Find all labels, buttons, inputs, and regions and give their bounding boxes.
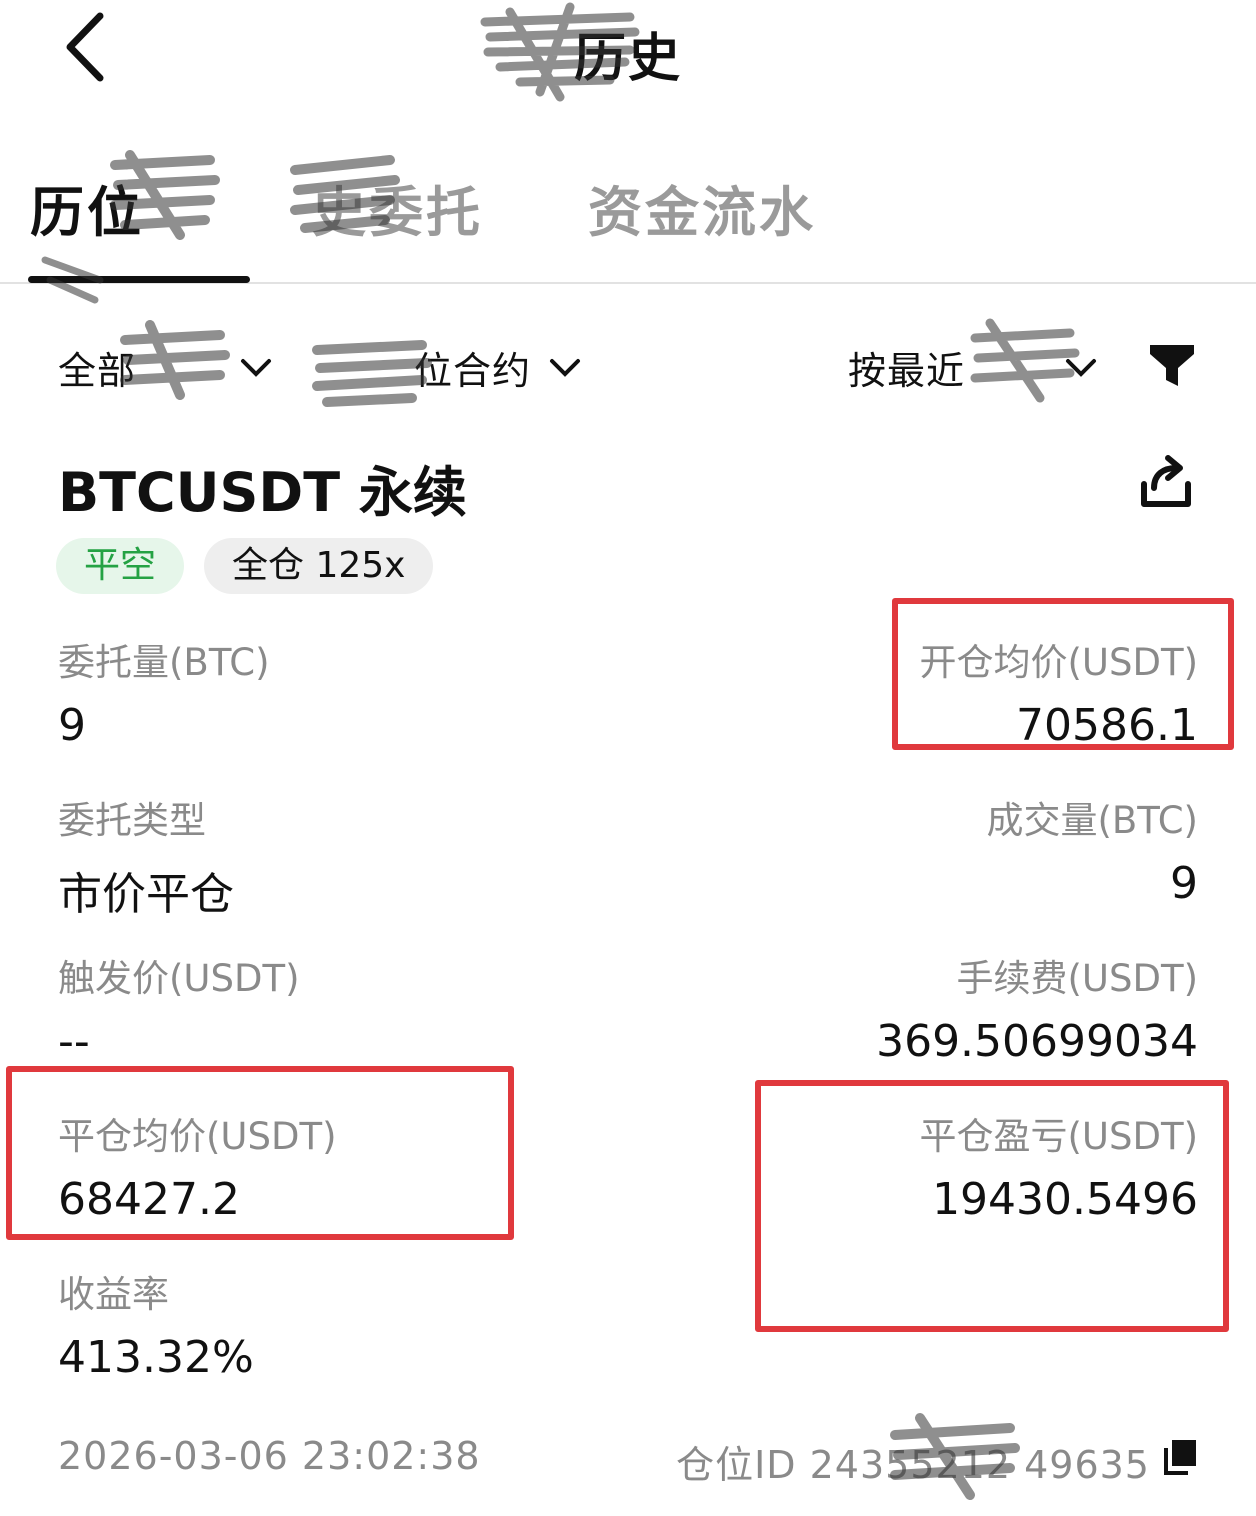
position-history-page: 历史 历位 史委托 资金流水 全部 位合约 按最近 BTCUSDT 永续 平空 … [0,0,1256,1516]
close-timestamp: 2026-03-06 23:02:38 [58,1434,481,1478]
sort-dropdown[interactable]: 按最近 [848,340,1097,395]
active-tab-indicator [28,276,250,283]
order-type-value: 市价平仓 [58,869,234,920]
order-type-field: 委托类型 市价平仓 [58,790,234,922]
fee-label: 手续费(USDT) [956,957,1198,1000]
filter-contract-label: 位合约 [414,349,532,393]
trigger-price-field: 触发价(USDT) -- [58,948,300,1067]
margin-mode-tag: 全仓 125x [204,538,434,594]
contract-symbol: BTCUSDT 永续 [58,461,467,524]
position-id: 仓位ID 24355212 49635 [676,1443,1150,1487]
funnel-icon[interactable] [1148,342,1196,388]
roi-field: 收益率 413.32% [58,1264,254,1383]
order-qty-field: 委托量(BTC) 9 [58,632,270,751]
order-qty-label: 委托量(BTC) [58,641,270,684]
fee-field: 手续费(USDT) 369.50699034 [876,948,1198,1067]
trigger-price-value: -- [58,1016,90,1067]
copy-icon[interactable] [1162,1438,1198,1476]
page-title: 历史 [573,29,682,89]
chevron-down-icon [1066,358,1097,377]
filter-all-label: 全部 [58,349,137,393]
highlight-open-avg-price [892,598,1234,750]
tab-position-history[interactable]: 历位 [30,168,144,247]
side-tag: 平空 [56,538,185,594]
tab-order-history[interactable]: 史委托 [312,168,483,247]
filter-bar: 全部 位合约 按最近 [0,318,1256,407]
share-icon[interactable] [1136,452,1196,512]
roi-label: 收益率 [58,1273,169,1316]
filled-qty-field: 成交量(BTC) 9 [986,790,1198,909]
filter-contract-dropdown[interactable]: 位合约 [318,340,581,395]
roi-value: 413.32% [58,1332,254,1383]
highlight-realized-pnl [755,1080,1229,1332]
order-type-label: 委托类型 [58,799,206,842]
fee-value: 369.50699034 [876,1016,1198,1067]
tab-fund-flow[interactable]: 资金流水 [588,168,816,247]
highlight-close-avg-price [6,1066,514,1240]
order-qty-value: 9 [58,700,86,751]
filled-qty-label: 成交量(BTC) [986,799,1198,842]
filter-all-dropdown[interactable]: 全部 [58,340,272,395]
filled-qty-value: 9 [1170,858,1198,909]
top-bar: 历史 [0,0,1256,110]
tab-bar: 历位 史委托 资金流水 [0,150,1256,304]
chevron-down-icon [550,358,581,377]
sort-label: 按最近 [848,349,966,393]
trigger-price-label: 触发价(USDT) [58,957,300,1000]
chevron-down-icon [241,358,272,377]
